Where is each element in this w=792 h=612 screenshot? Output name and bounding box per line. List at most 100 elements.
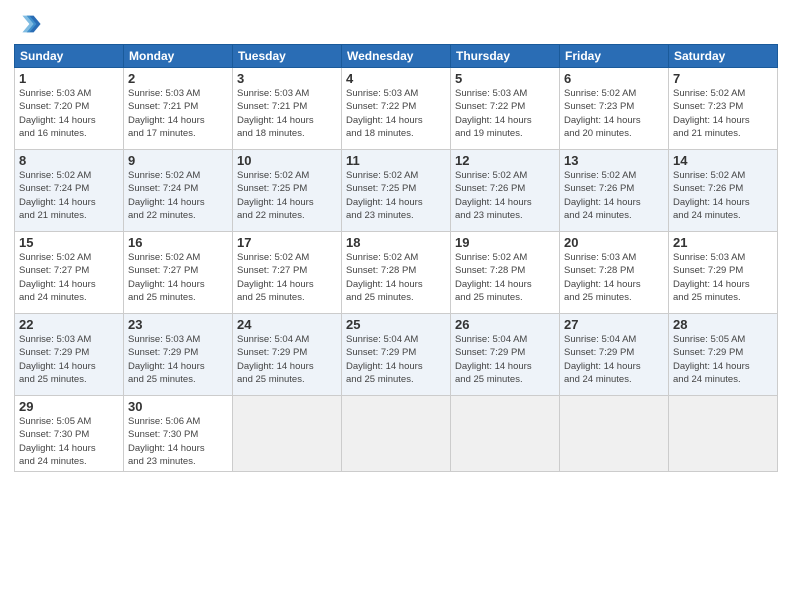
header-wednesday: Wednesday: [342, 45, 451, 68]
header-friday: Friday: [560, 45, 669, 68]
table-row: [451, 396, 560, 472]
day-info: Sunrise: 5:03 AM Sunset: 7:29 PM Dayligh…: [128, 333, 228, 386]
logo-icon: [14, 10, 42, 38]
day-info: Sunrise: 5:04 AM Sunset: 7:29 PM Dayligh…: [346, 333, 446, 386]
day-number: 1: [19, 71, 119, 86]
logo: [14, 10, 46, 38]
day-number: 22: [19, 317, 119, 332]
day-info: Sunrise: 5:03 AM Sunset: 7:22 PM Dayligh…: [455, 87, 555, 140]
table-row: [560, 396, 669, 472]
day-number: 14: [673, 153, 773, 168]
day-number: 3: [237, 71, 337, 86]
table-row: 19 Sunrise: 5:02 AM Sunset: 7:28 PM Dayl…: [451, 232, 560, 314]
day-info: Sunrise: 5:03 AM Sunset: 7:20 PM Dayligh…: [19, 87, 119, 140]
calendar-week-row: 22 Sunrise: 5:03 AM Sunset: 7:29 PM Dayl…: [15, 314, 778, 396]
table-row: 18 Sunrise: 5:02 AM Sunset: 7:28 PM Dayl…: [342, 232, 451, 314]
table-row: 13 Sunrise: 5:02 AM Sunset: 7:26 PM Dayl…: [560, 150, 669, 232]
table-row: 9 Sunrise: 5:02 AM Sunset: 7:24 PM Dayli…: [124, 150, 233, 232]
calendar-week-row: 1 Sunrise: 5:03 AM Sunset: 7:20 PM Dayli…: [15, 68, 778, 150]
table-row: 27 Sunrise: 5:04 AM Sunset: 7:29 PM Dayl…: [560, 314, 669, 396]
table-row: 30 Sunrise: 5:06 AM Sunset: 7:30 PM Dayl…: [124, 396, 233, 472]
day-number: 4: [346, 71, 446, 86]
table-row: 12 Sunrise: 5:02 AM Sunset: 7:26 PM Dayl…: [451, 150, 560, 232]
day-number: 24: [237, 317, 337, 332]
day-number: 20: [564, 235, 664, 250]
day-info: Sunrise: 5:03 AM Sunset: 7:21 PM Dayligh…: [237, 87, 337, 140]
day-info: Sunrise: 5:03 AM Sunset: 7:29 PM Dayligh…: [19, 333, 119, 386]
day-info: Sunrise: 5:02 AM Sunset: 7:26 PM Dayligh…: [673, 169, 773, 222]
day-number: 29: [19, 399, 119, 414]
day-number: 13: [564, 153, 664, 168]
day-number: 25: [346, 317, 446, 332]
table-row: 28 Sunrise: 5:05 AM Sunset: 7:29 PM Dayl…: [669, 314, 778, 396]
table-row: 21 Sunrise: 5:03 AM Sunset: 7:29 PM Dayl…: [669, 232, 778, 314]
table-row: [233, 396, 342, 472]
day-number: 11: [346, 153, 446, 168]
day-number: 19: [455, 235, 555, 250]
day-number: 27: [564, 317, 664, 332]
day-info: Sunrise: 5:06 AM Sunset: 7:30 PM Dayligh…: [128, 415, 228, 468]
calendar-table: Sunday Monday Tuesday Wednesday Thursday…: [14, 44, 778, 472]
table-row: 26 Sunrise: 5:04 AM Sunset: 7:29 PM Dayl…: [451, 314, 560, 396]
day-number: 28: [673, 317, 773, 332]
day-number: 18: [346, 235, 446, 250]
day-info: Sunrise: 5:02 AM Sunset: 7:27 PM Dayligh…: [128, 251, 228, 304]
day-number: 6: [564, 71, 664, 86]
table-row: 24 Sunrise: 5:04 AM Sunset: 7:29 PM Dayl…: [233, 314, 342, 396]
day-number: 21: [673, 235, 773, 250]
page: Sunday Monday Tuesday Wednesday Thursday…: [0, 0, 792, 612]
day-info: Sunrise: 5:03 AM Sunset: 7:29 PM Dayligh…: [673, 251, 773, 304]
calendar-week-row: 8 Sunrise: 5:02 AM Sunset: 7:24 PM Dayli…: [15, 150, 778, 232]
day-info: Sunrise: 5:02 AM Sunset: 7:28 PM Dayligh…: [346, 251, 446, 304]
day-info: Sunrise: 5:02 AM Sunset: 7:24 PM Dayligh…: [128, 169, 228, 222]
header-monday: Monday: [124, 45, 233, 68]
calendar-week-row: 15 Sunrise: 5:02 AM Sunset: 7:27 PM Dayl…: [15, 232, 778, 314]
day-number: 7: [673, 71, 773, 86]
day-info: Sunrise: 5:02 AM Sunset: 7:23 PM Dayligh…: [673, 87, 773, 140]
table-row: 29 Sunrise: 5:05 AM Sunset: 7:30 PM Dayl…: [15, 396, 124, 472]
day-info: Sunrise: 5:04 AM Sunset: 7:29 PM Dayligh…: [237, 333, 337, 386]
table-row: 11 Sunrise: 5:02 AM Sunset: 7:25 PM Dayl…: [342, 150, 451, 232]
table-row: 4 Sunrise: 5:03 AM Sunset: 7:22 PM Dayli…: [342, 68, 451, 150]
day-number: 16: [128, 235, 228, 250]
day-number: 23: [128, 317, 228, 332]
day-info: Sunrise: 5:02 AM Sunset: 7:27 PM Dayligh…: [19, 251, 119, 304]
day-info: Sunrise: 5:02 AM Sunset: 7:27 PM Dayligh…: [237, 251, 337, 304]
day-number: 10: [237, 153, 337, 168]
table-row: [669, 396, 778, 472]
table-row: 15 Sunrise: 5:02 AM Sunset: 7:27 PM Dayl…: [15, 232, 124, 314]
day-number: 30: [128, 399, 228, 414]
table-row: 8 Sunrise: 5:02 AM Sunset: 7:24 PM Dayli…: [15, 150, 124, 232]
day-info: Sunrise: 5:02 AM Sunset: 7:26 PM Dayligh…: [564, 169, 664, 222]
day-number: 15: [19, 235, 119, 250]
table-row: 10 Sunrise: 5:02 AM Sunset: 7:25 PM Dayl…: [233, 150, 342, 232]
table-row: [342, 396, 451, 472]
day-info: Sunrise: 5:02 AM Sunset: 7:25 PM Dayligh…: [237, 169, 337, 222]
day-info: Sunrise: 5:02 AM Sunset: 7:26 PM Dayligh…: [455, 169, 555, 222]
table-row: 20 Sunrise: 5:03 AM Sunset: 7:28 PM Dayl…: [560, 232, 669, 314]
day-number: 26: [455, 317, 555, 332]
table-row: 5 Sunrise: 5:03 AM Sunset: 7:22 PM Dayli…: [451, 68, 560, 150]
calendar-week-row: 29 Sunrise: 5:05 AM Sunset: 7:30 PM Dayl…: [15, 396, 778, 472]
day-info: Sunrise: 5:02 AM Sunset: 7:23 PM Dayligh…: [564, 87, 664, 140]
day-info: Sunrise: 5:05 AM Sunset: 7:29 PM Dayligh…: [673, 333, 773, 386]
table-row: 14 Sunrise: 5:02 AM Sunset: 7:26 PM Dayl…: [669, 150, 778, 232]
day-number: 5: [455, 71, 555, 86]
table-row: 3 Sunrise: 5:03 AM Sunset: 7:21 PM Dayli…: [233, 68, 342, 150]
table-row: 1 Sunrise: 5:03 AM Sunset: 7:20 PM Dayli…: [15, 68, 124, 150]
day-info: Sunrise: 5:04 AM Sunset: 7:29 PM Dayligh…: [564, 333, 664, 386]
table-row: 22 Sunrise: 5:03 AM Sunset: 7:29 PM Dayl…: [15, 314, 124, 396]
day-info: Sunrise: 5:02 AM Sunset: 7:24 PM Dayligh…: [19, 169, 119, 222]
table-row: 6 Sunrise: 5:02 AM Sunset: 7:23 PM Dayli…: [560, 68, 669, 150]
table-row: 2 Sunrise: 5:03 AM Sunset: 7:21 PM Dayli…: [124, 68, 233, 150]
day-info: Sunrise: 5:03 AM Sunset: 7:22 PM Dayligh…: [346, 87, 446, 140]
day-info: Sunrise: 5:03 AM Sunset: 7:21 PM Dayligh…: [128, 87, 228, 140]
table-row: 16 Sunrise: 5:02 AM Sunset: 7:27 PM Dayl…: [124, 232, 233, 314]
day-info: Sunrise: 5:02 AM Sunset: 7:28 PM Dayligh…: [455, 251, 555, 304]
day-info: Sunrise: 5:03 AM Sunset: 7:28 PM Dayligh…: [564, 251, 664, 304]
table-row: 25 Sunrise: 5:04 AM Sunset: 7:29 PM Dayl…: [342, 314, 451, 396]
day-info: Sunrise: 5:04 AM Sunset: 7:29 PM Dayligh…: [455, 333, 555, 386]
header-tuesday: Tuesday: [233, 45, 342, 68]
day-number: 9: [128, 153, 228, 168]
day-info: Sunrise: 5:05 AM Sunset: 7:30 PM Dayligh…: [19, 415, 119, 468]
